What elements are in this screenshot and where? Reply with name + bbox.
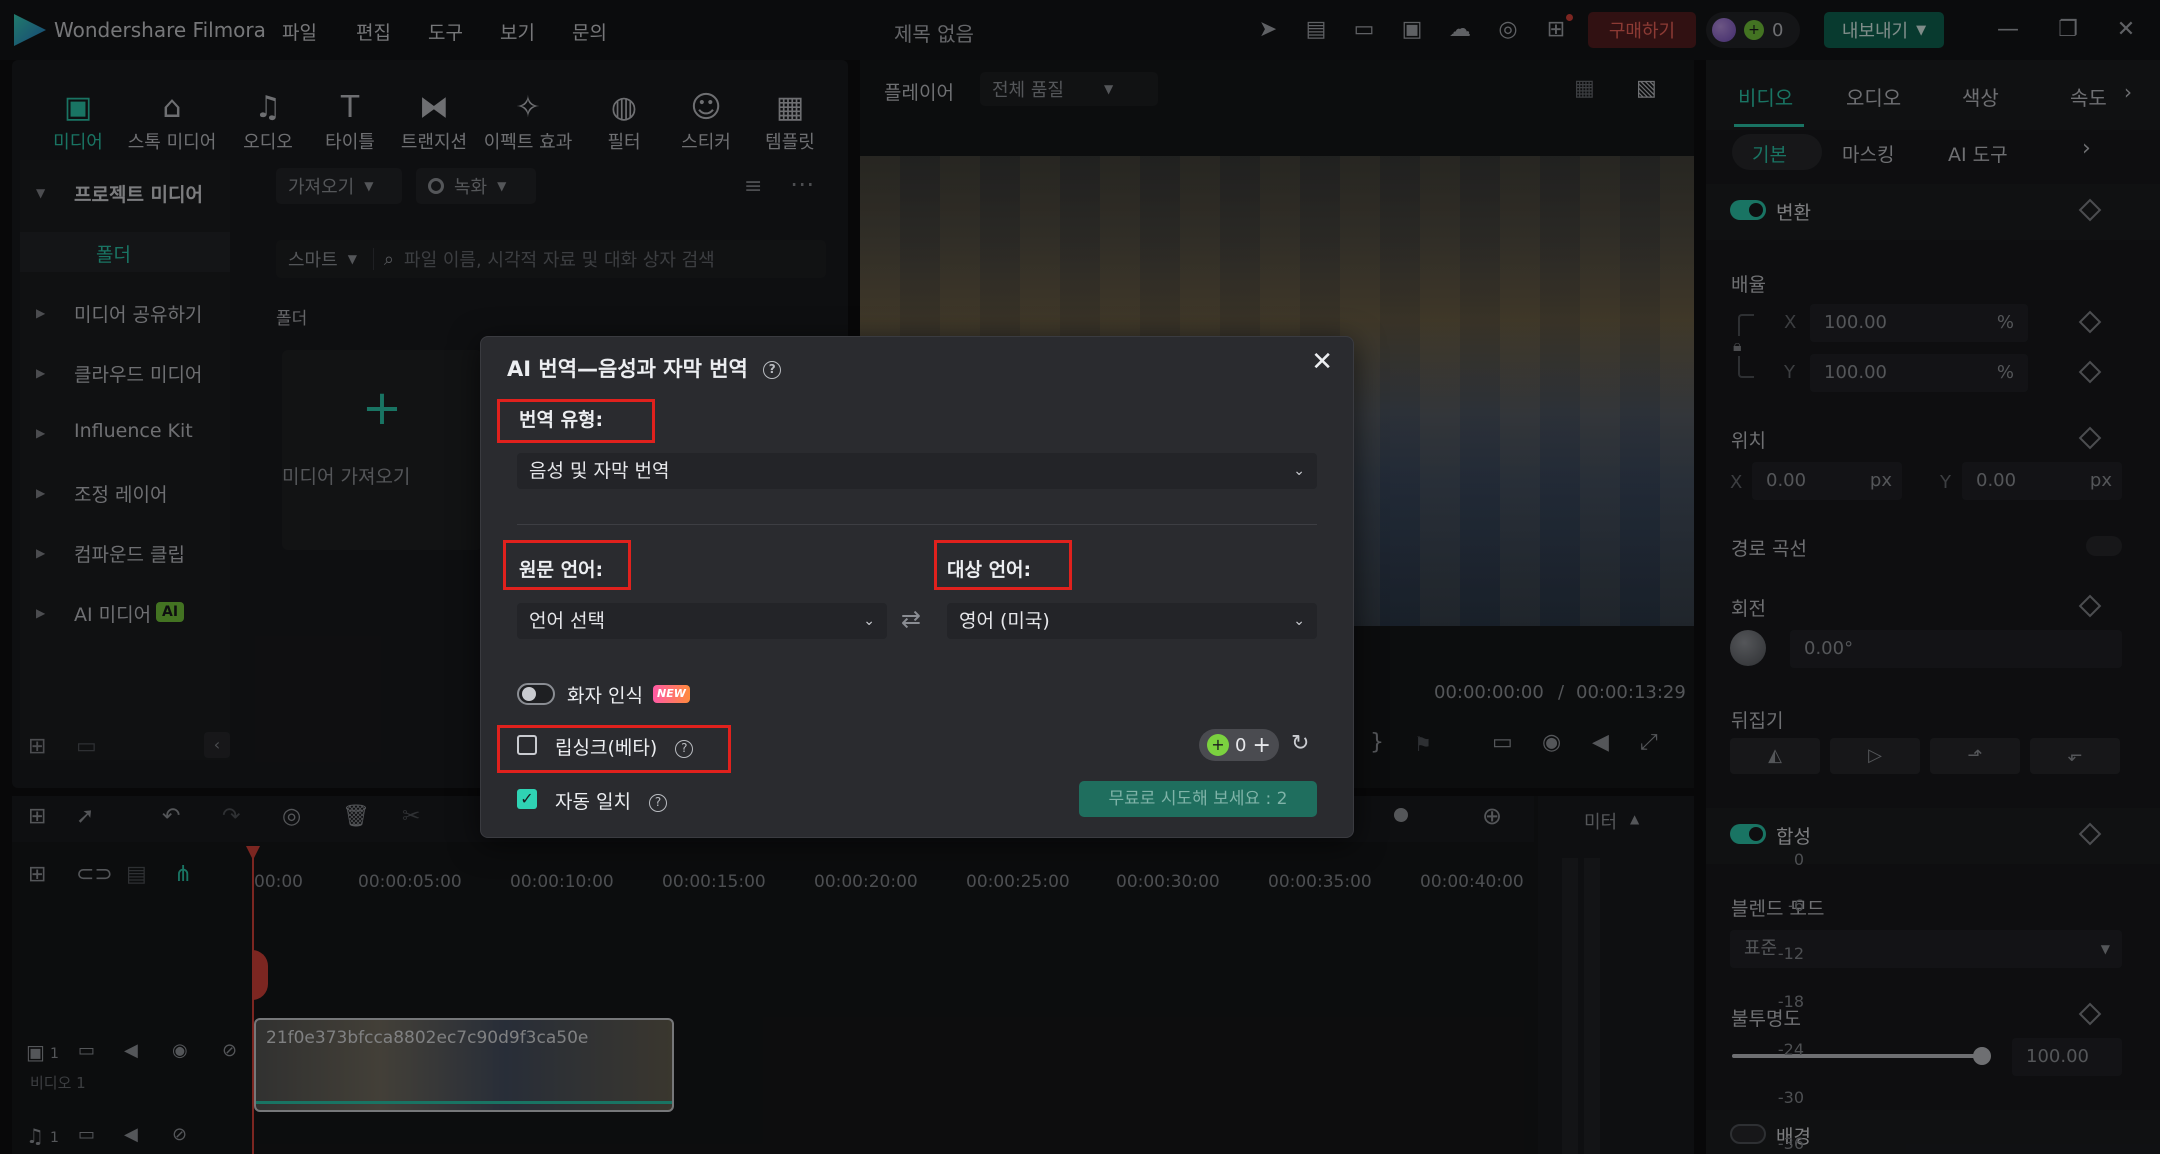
highlight-box [503, 540, 631, 590]
add-credits-icon: + [1252, 732, 1271, 758]
divider [517, 524, 1317, 525]
credit-icon: + [1207, 734, 1229, 756]
auto-match-label: 자동 일치 ? [555, 787, 668, 814]
dialog-title-text: AI 번역—음성과 자막 번역 [507, 357, 748, 381]
auto-match-label-text: 자동 일치 [555, 791, 631, 813]
speaker-recognition-toggle[interactable] [517, 683, 555, 705]
source-language-value: 언어 선택 [529, 610, 605, 632]
speaker-recognition-label: 화자 인식 [567, 685, 643, 707]
auto-match-checkbox[interactable]: ✓ [517, 789, 537, 809]
help-icon[interactable]: ? [763, 361, 782, 379]
highlight-box [497, 725, 731, 773]
target-language-dropdown[interactable]: 영어 (미국) ⌄ [947, 603, 1317, 639]
chevron-down-icon: ⌄ [863, 613, 875, 629]
help-icon[interactable]: ? [649, 793, 668, 812]
dialog-title: AI 번역—음성과 자막 번역 ? [507, 353, 782, 383]
try-free-button[interactable]: 무료로 시도해 보세요 : 2 [1079, 781, 1317, 817]
chevron-down-icon: ⌄ [1293, 463, 1305, 479]
source-language-dropdown[interactable]: 언어 선택 ⌄ [517, 603, 887, 639]
translation-type-value: 음성 및 자막 번역 [529, 460, 670, 482]
highlight-box [497, 399, 655, 443]
credit-cost-value: 0 [1235, 734, 1247, 756]
chevron-down-icon: ⌄ [1293, 613, 1305, 629]
swap-languages-icon[interactable]: ⇄ [901, 605, 921, 633]
translation-type-dropdown[interactable]: 음성 및 자막 번역 ⌄ [517, 453, 1317, 489]
close-icon[interactable]: ✕ [1311, 347, 1333, 377]
ai-translation-dialog: AI 번역—음성과 자막 번역 ? ✕ 번역 유형: 음성 및 자막 번역 ⌄ … [480, 336, 1354, 838]
highlight-box [934, 540, 1072, 590]
target-language-value: 영어 (미국) [959, 610, 1050, 632]
credit-cost-pill[interactable]: + 0 + [1199, 729, 1279, 761]
new-badge: NEW [653, 685, 690, 703]
refresh-icon[interactable]: ↻ [1291, 731, 1309, 756]
